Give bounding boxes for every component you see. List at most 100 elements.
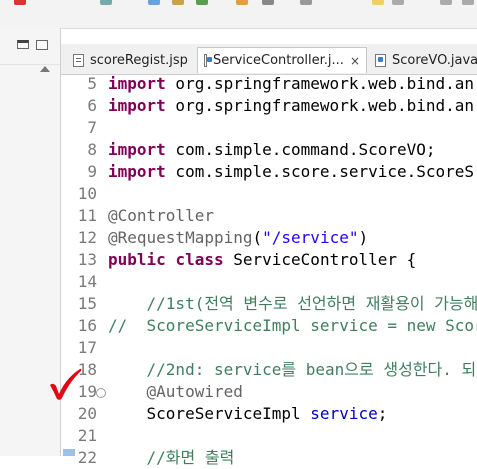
code-line[interactable]: 7: [61, 117, 477, 139]
java-file-icon: [204, 54, 212, 67]
toolbar-icon[interactable]: [440, 0, 452, 5]
code-text: @Controller: [108, 205, 214, 227]
code-token: com.simple.command.ScoreVO;: [165, 140, 436, 159]
line-number: 13: [77, 250, 97, 269]
code-text: //1st(전역 변수로 선언하면 재활용이 가능해: [108, 293, 477, 315]
highlight-toggle-icon[interactable]: [372, 0, 384, 5]
code-token: @RequestMapping: [108, 228, 253, 247]
line-number: 6: [87, 96, 97, 115]
code-line[interactable]: 5 import org.springframework.web.bind.an: [61, 73, 477, 95]
code-token: ;: [377, 404, 388, 423]
code-line[interactable]: 10: [61, 183, 477, 205]
line-number: 21: [77, 426, 97, 445]
code-text: ScoreServiceImpl service;: [108, 403, 388, 425]
line-number: 7: [87, 118, 97, 137]
line-number: 16: [77, 316, 97, 335]
code-text: import com.simple.score.service.ScoreS: [108, 161, 474, 183]
code-line[interactable]: 6 import org.springframework.web.bind.an: [61, 95, 477, 117]
code-token: ScoreServiceImpl: [108, 404, 311, 423]
code-line[interactable]: 21: [61, 425, 477, 447]
code-token: org.springframework.web.bind.an: [165, 96, 475, 115]
code-line[interactable]: 9 import com.simple.score.service.ScoreS: [61, 161, 477, 183]
code-text: import org.springframework.web.bind.an: [108, 95, 474, 117]
code-token: import: [108, 162, 166, 181]
code-token: // ScoreServiceImpl service = new Scor: [108, 316, 477, 335]
code-editor[interactable]: 5 import org.springframework.web.bind.an 6…: [61, 73, 477, 467]
java-file-icon: [375, 53, 386, 67]
line-number: 10: [77, 184, 97, 203]
code-text: @Autowired: [108, 381, 243, 403]
code-token: import: [108, 96, 166, 115]
code-token: //1st(전역 변수로 선언하면 재활용이 가능해: [108, 294, 477, 313]
line-number: 20: [77, 404, 97, 423]
code-text: @RequestMapping("/service"): [108, 227, 368, 249]
toolbar-icon[interactable]: [300, 0, 312, 5]
toolbar-icon[interactable]: [262, 0, 274, 5]
code-text: public class ServiceController {: [108, 249, 416, 271]
code-text: import com.simple.command.ScoreVO;: [108, 139, 436, 161]
overview-marker: [63, 449, 75, 456]
code-token: @Controller: [108, 206, 214, 225]
toolbar-icon[interactable]: [462, 0, 474, 5]
line-number: 14: [77, 272, 97, 291]
code-token: class: [175, 250, 224, 269]
code-line[interactable]: 18 //2nd: service를 bean으로 생성한다. 되: [61, 359, 477, 381]
fold-collapse-icon[interactable]: [96, 388, 106, 398]
toolbar-icon[interactable]: [100, 0, 112, 5]
panel-header: [0, 28, 60, 65]
line-number: 8: [87, 140, 97, 159]
toolbar-icon[interactable]: [172, 0, 184, 5]
tab-servicecontroller-java[interactable]: ServiceController.j... ×: [197, 47, 367, 73]
new-class-icon[interactable]: [148, 0, 160, 5]
code-line[interactable]: 12 @RequestMapping("/service"): [61, 227, 477, 249]
main-toolbar: [0, 0, 477, 29]
code-text: //2nd: service를 bean으로 생성한다. 되: [108, 359, 477, 381]
line-number: 17: [77, 338, 97, 357]
error-icon[interactable]: [14, 0, 26, 5]
code-token: @Autowired: [146, 382, 243, 401]
code-token: ServiceController {: [223, 250, 417, 269]
tab-scorevo-java[interactable]: ScoreVO.java: [369, 47, 477, 73]
code-token: import: [108, 74, 166, 93]
jsp-file-icon: [73, 53, 84, 67]
close-tab-icon[interactable]: ×: [350, 54, 360, 68]
code-line[interactable]: 16 // ScoreServiceImpl service = new Scor: [61, 315, 477, 337]
code-token: public: [108, 250, 166, 269]
code-line[interactable]: 14: [61, 271, 477, 293]
code-token: service: [310, 404, 378, 423]
line-number: 12: [77, 228, 97, 247]
line-number: 11: [77, 206, 97, 225]
code-line[interactable]: 8 import com.simple.command.ScoreVO;: [61, 139, 477, 161]
toolbar-icon[interactable]: [392, 0, 404, 5]
code-token: com.simple.score.service.ScoreS: [165, 162, 475, 181]
code-line[interactable]: 13 public class ServiceController {: [61, 249, 477, 271]
code-token: //2nd: service를 bean으로 생성한다. 되: [108, 360, 477, 379]
line-number: 5: [87, 74, 97, 93]
editor-tab-bar: scoreRegist.jsp ServiceController.j... ×…: [61, 44, 477, 75]
red-checkmark-icon: [50, 368, 82, 400]
code-text: //화면 출력: [108, 447, 235, 469]
tab-label: scoreRegist.jsp: [90, 52, 188, 68]
minimize-button[interactable]: [17, 40, 29, 49]
code-line[interactable]: 19 @Autowired: [61, 381, 477, 403]
code-token: import: [108, 140, 166, 159]
code-token: "/service": [262, 228, 359, 247]
maximize-button[interactable]: [36, 40, 48, 50]
code-line[interactable]: 22 //화면 출력: [61, 447, 477, 469]
toolbar-icon[interactable]: [196, 0, 208, 5]
code-line[interactable]: 17: [61, 337, 477, 359]
line-number: 9: [87, 162, 97, 181]
tab-scoreregist-jsp[interactable]: scoreRegist.jsp: [67, 47, 194, 73]
code-text: import org.springframework.web.bind.an: [108, 73, 474, 95]
line-number: 15: [77, 294, 97, 313]
code-text: // ScoreServiceImpl service = new Scor: [108, 315, 477, 337]
code-token: (: [252, 228, 263, 247]
tab-label: ScoreVO.java: [392, 52, 477, 68]
scroll-up-arrow-icon[interactable]: [40, 66, 50, 72]
code-line[interactable]: 20 ScoreServiceImpl service;: [61, 403, 477, 425]
code-line[interactable]: 15 //1st(전역 변수로 선언하면 재활용이 가능해: [61, 293, 477, 315]
code-line[interactable]: 11 @Controller: [61, 205, 477, 227]
toolbar-icon[interactable]: [236, 0, 248, 5]
